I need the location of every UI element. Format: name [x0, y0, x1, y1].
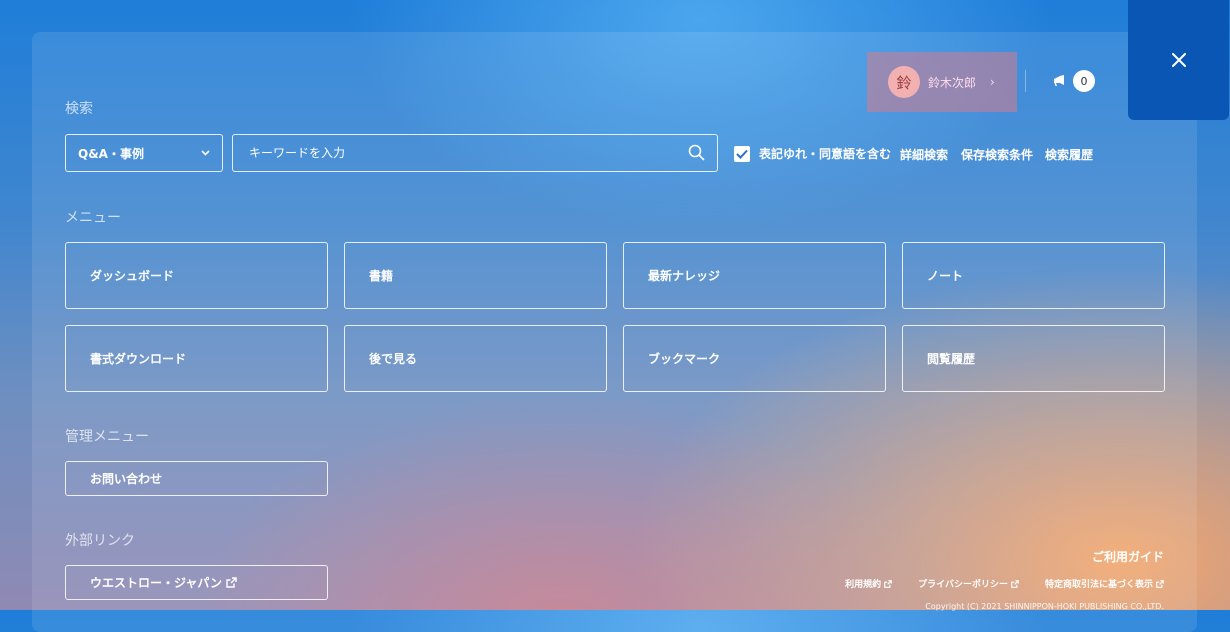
- commercial-transactions-link[interactable]: 特定商取引法に基づく表示: [1045, 577, 1164, 590]
- commercial-transactions-link-label: 特定商取引法に基づく表示: [1044, 580, 1153, 590]
- external-link-icon: [226, 577, 237, 588]
- external-links-section-title: 外部リンク: [65, 533, 135, 549]
- admin-item-contact[interactable]: お問い合わせ: [65, 461, 328, 496]
- menu-item-notes[interactable]: ノート: [902, 242, 1165, 309]
- search-category-value: Q&A・事例: [78, 146, 144, 161]
- guide-title: ご利用ガイド: [1091, 550, 1164, 564]
- terms-link-label: 利用規約: [845, 580, 882, 590]
- menu-item-watch-later[interactable]: 後で見る: [344, 325, 607, 392]
- user-profile-button[interactable]: 鈴 鈴木次郎 ›: [867, 52, 1017, 112]
- external-link-icon: [884, 579, 893, 588]
- chevron-right-icon: ›: [990, 75, 995, 89]
- admin-menu-section-title: 管理メニュー: [65, 429, 149, 445]
- chevron-down-icon: [201, 150, 210, 156]
- search-history-link[interactable]: 検索履歴: [1045, 146, 1093, 163]
- synonym-checkbox-label: 表記ゆれ・同意語を含む: [759, 147, 892, 161]
- external-link-icon: [1011, 579, 1019, 588]
- menu-item-books[interactable]: 書籍: [344, 242, 607, 309]
- close-icon: [1171, 53, 1186, 67]
- checkbox-checked-icon: [734, 145, 750, 162]
- search-box: [232, 134, 718, 172]
- external-link-icon: [1156, 579, 1164, 588]
- synonym-checkbox[interactable]: 表記ゆれ・同意語を含む: [734, 145, 891, 162]
- menu-item-bookmarks[interactable]: ブックマーク: [623, 325, 886, 392]
- search-section-title: 検索: [65, 101, 93, 117]
- menu-item-latest-knowledge[interactable]: 最新ナレッジ: [623, 242, 886, 309]
- notification-count-badge: 0: [1073, 70, 1095, 92]
- advanced-search-link[interactable]: 詳細検索: [900, 146, 948, 163]
- privacy-policy-link[interactable]: プライバシーポリシー: [918, 577, 1019, 590]
- header-divider: [1025, 70, 1026, 92]
- menu-section-title: メニュー: [65, 210, 121, 226]
- external-link-westlaw-japan[interactable]: ウエストロー・ジャパン: [65, 565, 328, 600]
- close-button[interactable]: [1128, 0, 1229, 120]
- footer-links: 利用規約 プライバシーポリシー 特定商取引法に基づく表示: [845, 577, 1164, 590]
- search-category-select[interactable]: Q&A・事例: [65, 134, 223, 172]
- menu-item-form-download[interactable]: 書式ダウンロード: [65, 325, 328, 392]
- menu-item-dashboard[interactable]: ダッシュボード: [65, 242, 328, 309]
- saved-search-link[interactable]: 保存検索条件: [961, 146, 1033, 163]
- terms-link[interactable]: 利用規約: [845, 577, 893, 590]
- user-name: 鈴木次郎: [928, 75, 977, 90]
- external-link-label: ウエストロー・ジャパン: [90, 576, 223, 590]
- search-input[interactable]: [233, 135, 673, 171]
- notifications-button[interactable]: 0: [1053, 70, 1095, 92]
- megaphone-icon: [1054, 75, 1064, 86]
- search-icon: [688, 144, 705, 161]
- search-button[interactable]: [688, 144, 705, 165]
- privacy-policy-link-label: プライバシーポリシー: [918, 580, 1008, 590]
- menu-item-view-history[interactable]: 閲覧履歴: [902, 325, 1165, 392]
- avatar: 鈴: [888, 66, 920, 98]
